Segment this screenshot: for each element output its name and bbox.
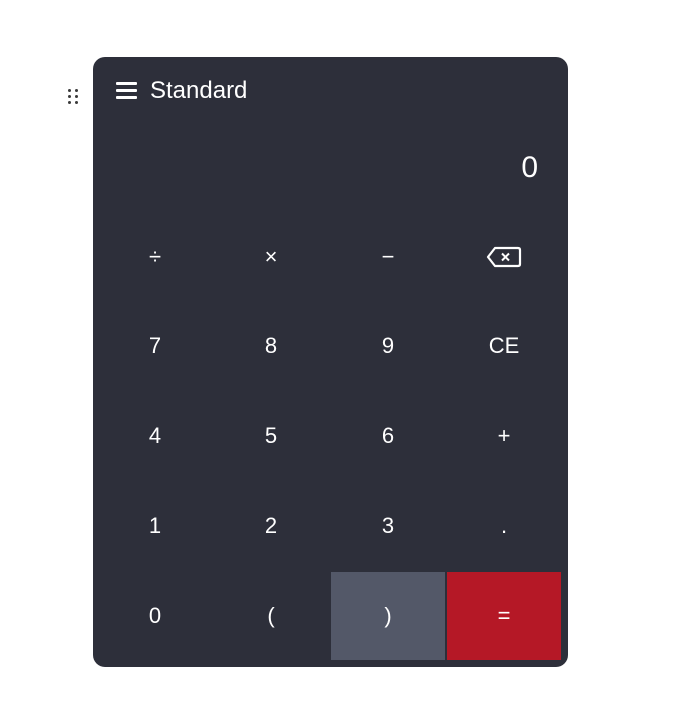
calculator-header: Standard <box>93 57 568 125</box>
equals-button[interactable]: = <box>447 572 561 660</box>
result-display: 0 <box>521 151 538 184</box>
drag-handle-icon[interactable] <box>68 89 80 105</box>
subtract-button[interactable]: − <box>331 213 445 301</box>
divide-button[interactable]: ÷ <box>98 213 212 301</box>
digit-0-button[interactable]: 0 <box>98 572 212 660</box>
digit-6-button[interactable]: 6 <box>331 392 445 480</box>
digit-4-button[interactable]: 4 <box>98 392 212 480</box>
digit-2-button[interactable]: 2 <box>214 482 328 570</box>
multiply-button[interactable]: × <box>214 213 328 301</box>
digit-5-button[interactable]: 5 <box>214 392 328 480</box>
decimal-button[interactable]: . <box>447 482 561 570</box>
close-paren-button[interactable]: ) <box>331 572 445 660</box>
digit-8-button[interactable]: 8 <box>214 302 328 390</box>
digit-9-button[interactable]: 9 <box>331 302 445 390</box>
backspace-icon <box>486 246 522 268</box>
clear-entry-button[interactable]: CE <box>447 302 561 390</box>
calculator-panel: Standard 0 ÷ × − 7 8 9 CE 4 5 6 + 1 2 3 … <box>93 57 568 667</box>
backspace-button[interactable] <box>447 213 561 301</box>
open-paren-button[interactable]: ( <box>214 572 328 660</box>
digit-1-button[interactable]: 1 <box>98 482 212 570</box>
hamburger-menu-icon[interactable] <box>116 81 137 101</box>
mode-title: Standard <box>150 77 248 104</box>
digit-7-button[interactable]: 7 <box>98 302 212 390</box>
digit-3-button[interactable]: 3 <box>331 482 445 570</box>
add-button[interactable]: + <box>447 392 561 480</box>
